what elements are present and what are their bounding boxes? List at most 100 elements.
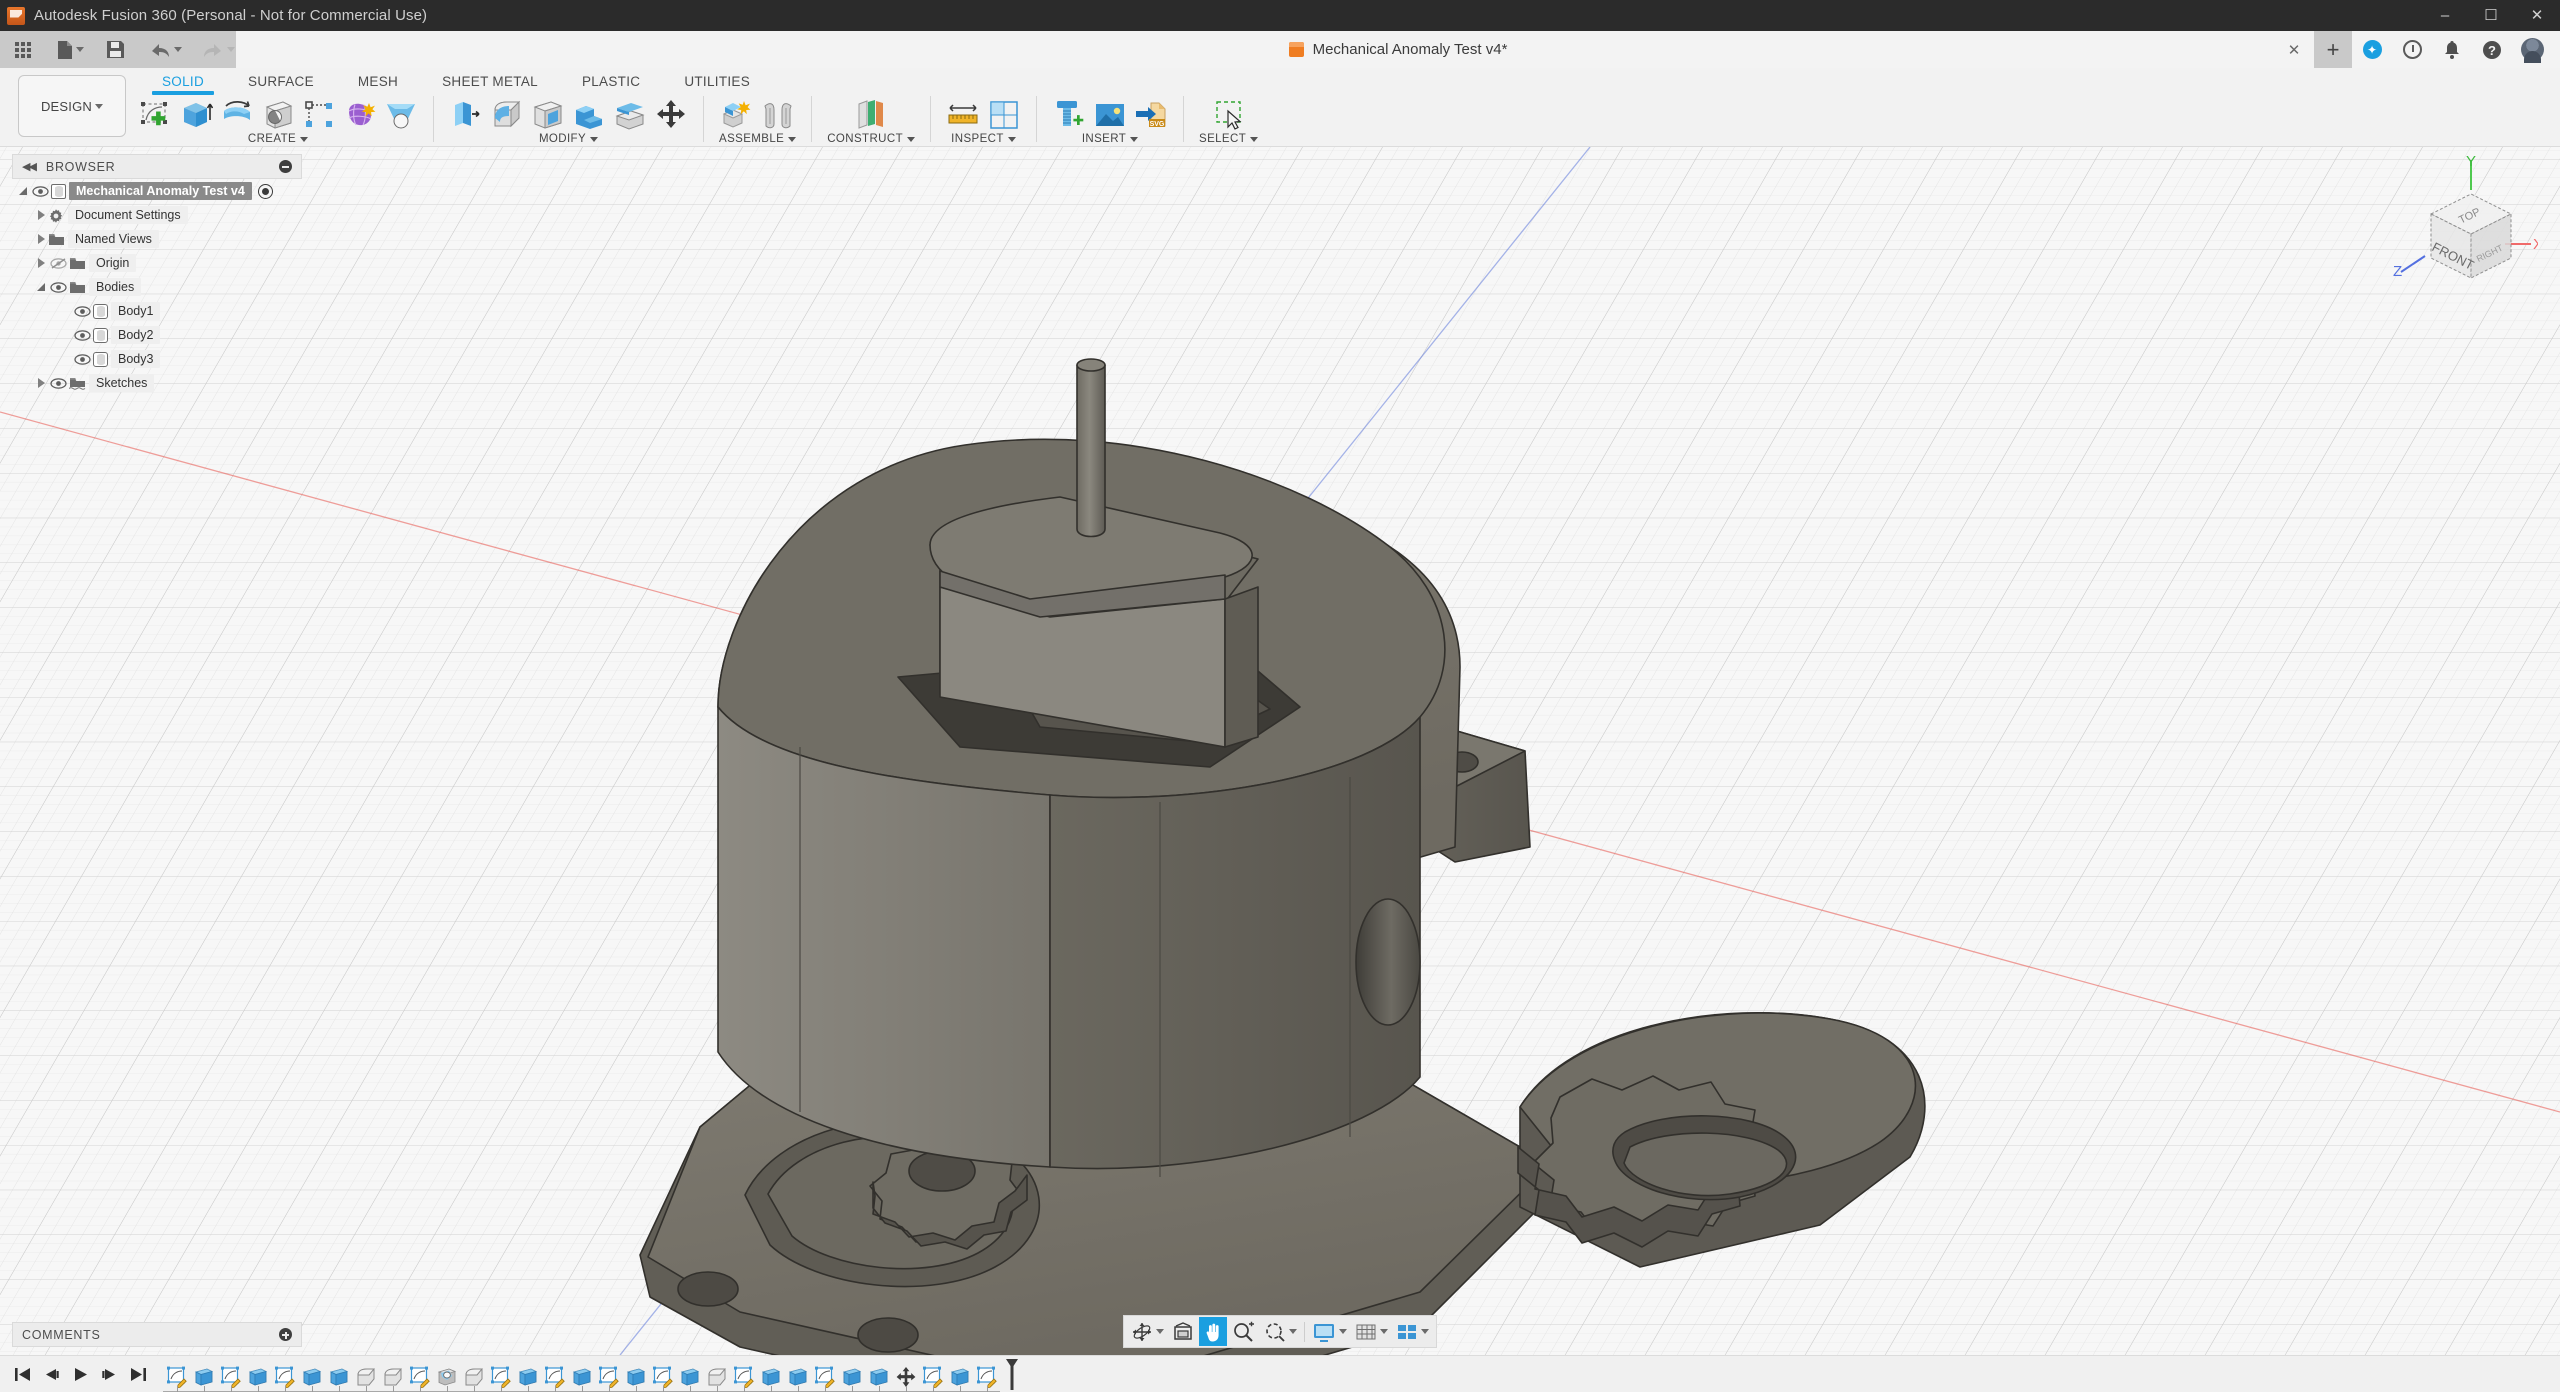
measure-icon[interactable] bbox=[946, 98, 980, 132]
browser-node-bodies[interactable]: Bodies bbox=[12, 275, 302, 299]
viewports-icon[interactable] bbox=[1393, 1317, 1432, 1346]
timeline-feature-extrude[interactable] bbox=[757, 1362, 784, 1392]
joint-icon[interactable] bbox=[761, 98, 795, 132]
cad-model-render[interactable] bbox=[0, 147, 2560, 1355]
bodies-expand-arrow[interactable] bbox=[34, 283, 48, 291]
new-file-dropdown-caret[interactable] bbox=[76, 47, 84, 52]
timeline-feature-fillet[interactable] bbox=[703, 1362, 730, 1392]
timeline-feature-extrude[interactable] bbox=[784, 1362, 811, 1392]
press-pull-icon[interactable] bbox=[449, 98, 483, 132]
redo-icon[interactable] bbox=[196, 31, 241, 68]
document-tab-close-button[interactable]: ✕ bbox=[2274, 31, 2314, 68]
browser-node-body2[interactable]: Body2 bbox=[12, 323, 302, 347]
timeline-feature-sketch[interactable] bbox=[217, 1362, 244, 1392]
comments-panel[interactable]: COMMENTS bbox=[12, 1322, 302, 1347]
browser-node-origin[interactable]: Origin bbox=[12, 251, 302, 275]
timeline-feature-sketch[interactable] bbox=[973, 1362, 1000, 1392]
hole-icon[interactable] bbox=[261, 98, 295, 132]
fit-dropdown-caret[interactable] bbox=[1289, 1329, 1297, 1334]
timeline-feature-extrude[interactable] bbox=[838, 1362, 865, 1392]
assemble-panel-label[interactable]: ASSEMBLE bbox=[719, 133, 796, 145]
tab-solid[interactable]: SOLID bbox=[140, 70, 226, 95]
grid-snaps-dropdown-caret[interactable] bbox=[1380, 1329, 1388, 1334]
new-document-tab-button[interactable]: + bbox=[2314, 31, 2352, 68]
timeline-feature-move[interactable] bbox=[892, 1362, 919, 1392]
insert-panel-label[interactable]: INSERT bbox=[1082, 133, 1138, 145]
timeline-step-back-button[interactable] bbox=[43, 1366, 60, 1383]
timeline-feature-fillet[interactable] bbox=[379, 1362, 406, 1392]
redo-dropdown-caret[interactable] bbox=[227, 47, 235, 52]
timeline-feature-sketch[interactable] bbox=[919, 1362, 946, 1392]
orbit-icon[interactable] bbox=[1128, 1317, 1167, 1346]
3d-viewport[interactable]: ◀◀ BROWSER Mechanical Anomaly Test v4 bbox=[0, 147, 2560, 1355]
inspect-panel-label[interactable]: INSPECT bbox=[951, 133, 1016, 145]
timeline-feature-extrude[interactable] bbox=[865, 1362, 892, 1392]
extensions-icon[interactable]: ✦ bbox=[2352, 31, 2392, 68]
browser-node-document-settings[interactable]: Document Settings bbox=[12, 203, 302, 227]
timeline-feature-extrude[interactable] bbox=[244, 1362, 271, 1392]
tab-mesh[interactable]: MESH bbox=[336, 70, 420, 95]
timeline-feature-sketch[interactable] bbox=[163, 1362, 190, 1392]
timeline-feature-extrude[interactable] bbox=[946, 1362, 973, 1392]
timeline-go-to-end-button[interactable] bbox=[130, 1366, 147, 1383]
tab-plastic[interactable]: PLASTIC bbox=[560, 70, 662, 95]
bodies-visibility-icon[interactable] bbox=[50, 279, 67, 296]
active-document-tab[interactable]: Mechanical Anomaly Test v4* bbox=[236, 31, 2560, 68]
look-at-icon[interactable] bbox=[1169, 1317, 1197, 1346]
app-grid-icon[interactable] bbox=[8, 31, 38, 68]
fillet-icon[interactable] bbox=[490, 98, 524, 132]
window-close-button[interactable]: ✕ bbox=[2514, 0, 2560, 31]
timeline-feature-extrude[interactable] bbox=[514, 1362, 541, 1392]
comments-add-icon[interactable] bbox=[279, 1328, 292, 1341]
display-settings-dropdown-caret[interactable] bbox=[1339, 1329, 1347, 1334]
timeline-feature-extrude[interactable] bbox=[622, 1362, 649, 1392]
notifications-bell-icon[interactable] bbox=[2432, 31, 2472, 68]
orbit-dropdown-caret[interactable] bbox=[1156, 1329, 1164, 1334]
tab-utilities[interactable]: UTILITIES bbox=[662, 70, 772, 95]
timeline-feature-extrude[interactable] bbox=[190, 1362, 217, 1392]
root-visibility-icon[interactable] bbox=[32, 183, 49, 200]
construct-panel-label[interactable]: CONSTRUCT bbox=[827, 133, 915, 145]
rib-icon[interactable] bbox=[302, 98, 336, 132]
timeline-feature-hole[interactable] bbox=[433, 1362, 460, 1392]
job-status-icon[interactable] bbox=[2392, 31, 2432, 68]
pan-icon[interactable] bbox=[1199, 1317, 1227, 1346]
body1-visibility-icon[interactable] bbox=[74, 303, 91, 320]
timeline-feature-fillet[interactable] bbox=[460, 1362, 487, 1392]
create-sketch-icon[interactable] bbox=[138, 98, 172, 132]
zoom-window-icon[interactable] bbox=[1261, 1317, 1300, 1346]
document-settings-expand-arrow[interactable] bbox=[34, 210, 48, 220]
browser-node-sketches[interactable]: Sketches bbox=[12, 371, 302, 395]
timeline-feature-sketch[interactable] bbox=[541, 1362, 568, 1392]
browser-minimize-icon[interactable] bbox=[279, 160, 292, 173]
view-cube[interactable]: Y X Z TOP FRONT RIGHT bbox=[2363, 152, 2538, 302]
timeline-feature-extrude[interactable] bbox=[298, 1362, 325, 1392]
tab-sheet-metal[interactable]: SHEET METAL bbox=[420, 70, 560, 95]
sketches-expand-arrow[interactable] bbox=[34, 378, 48, 388]
timeline-feature-fillet[interactable] bbox=[352, 1362, 379, 1392]
browser-panel-header[interactable]: ◀◀ BROWSER bbox=[12, 154, 302, 179]
named-views-expand-arrow[interactable] bbox=[34, 234, 48, 244]
insert-svg-icon[interactable]: SVG bbox=[1134, 98, 1168, 132]
extrude-icon[interactable] bbox=[179, 98, 213, 132]
timeline-feature-extrude[interactable] bbox=[676, 1362, 703, 1392]
save-icon[interactable] bbox=[100, 31, 131, 68]
insert-mcmaster-icon[interactable] bbox=[1052, 98, 1086, 132]
undo-icon[interactable] bbox=[143, 31, 188, 68]
body3-visibility-icon[interactable] bbox=[74, 351, 91, 368]
origin-visibility-icon-hidden[interactable] bbox=[50, 255, 67, 272]
timeline-feature-sketch[interactable] bbox=[271, 1362, 298, 1392]
section-analysis-icon[interactable] bbox=[987, 98, 1021, 132]
zoom-icon[interactable] bbox=[1229, 1317, 1259, 1346]
timeline-end-marker[interactable] bbox=[1002, 1358, 1022, 1391]
root-activate-radio[interactable] bbox=[258, 184, 273, 199]
new-file-icon[interactable] bbox=[50, 31, 90, 68]
grid-snaps-icon[interactable] bbox=[1352, 1317, 1391, 1346]
display-settings-icon[interactable] bbox=[1309, 1317, 1350, 1346]
viewports-dropdown-caret[interactable] bbox=[1421, 1329, 1429, 1334]
browser-collapse-icon[interactable]: ◀◀ bbox=[22, 160, 35, 173]
body2-visibility-icon[interactable] bbox=[74, 327, 91, 344]
timeline-go-to-beginning-button[interactable] bbox=[14, 1366, 31, 1383]
offset-plane-icon[interactable] bbox=[854, 98, 888, 132]
select-panel-label[interactable]: SELECT bbox=[1199, 133, 1258, 145]
